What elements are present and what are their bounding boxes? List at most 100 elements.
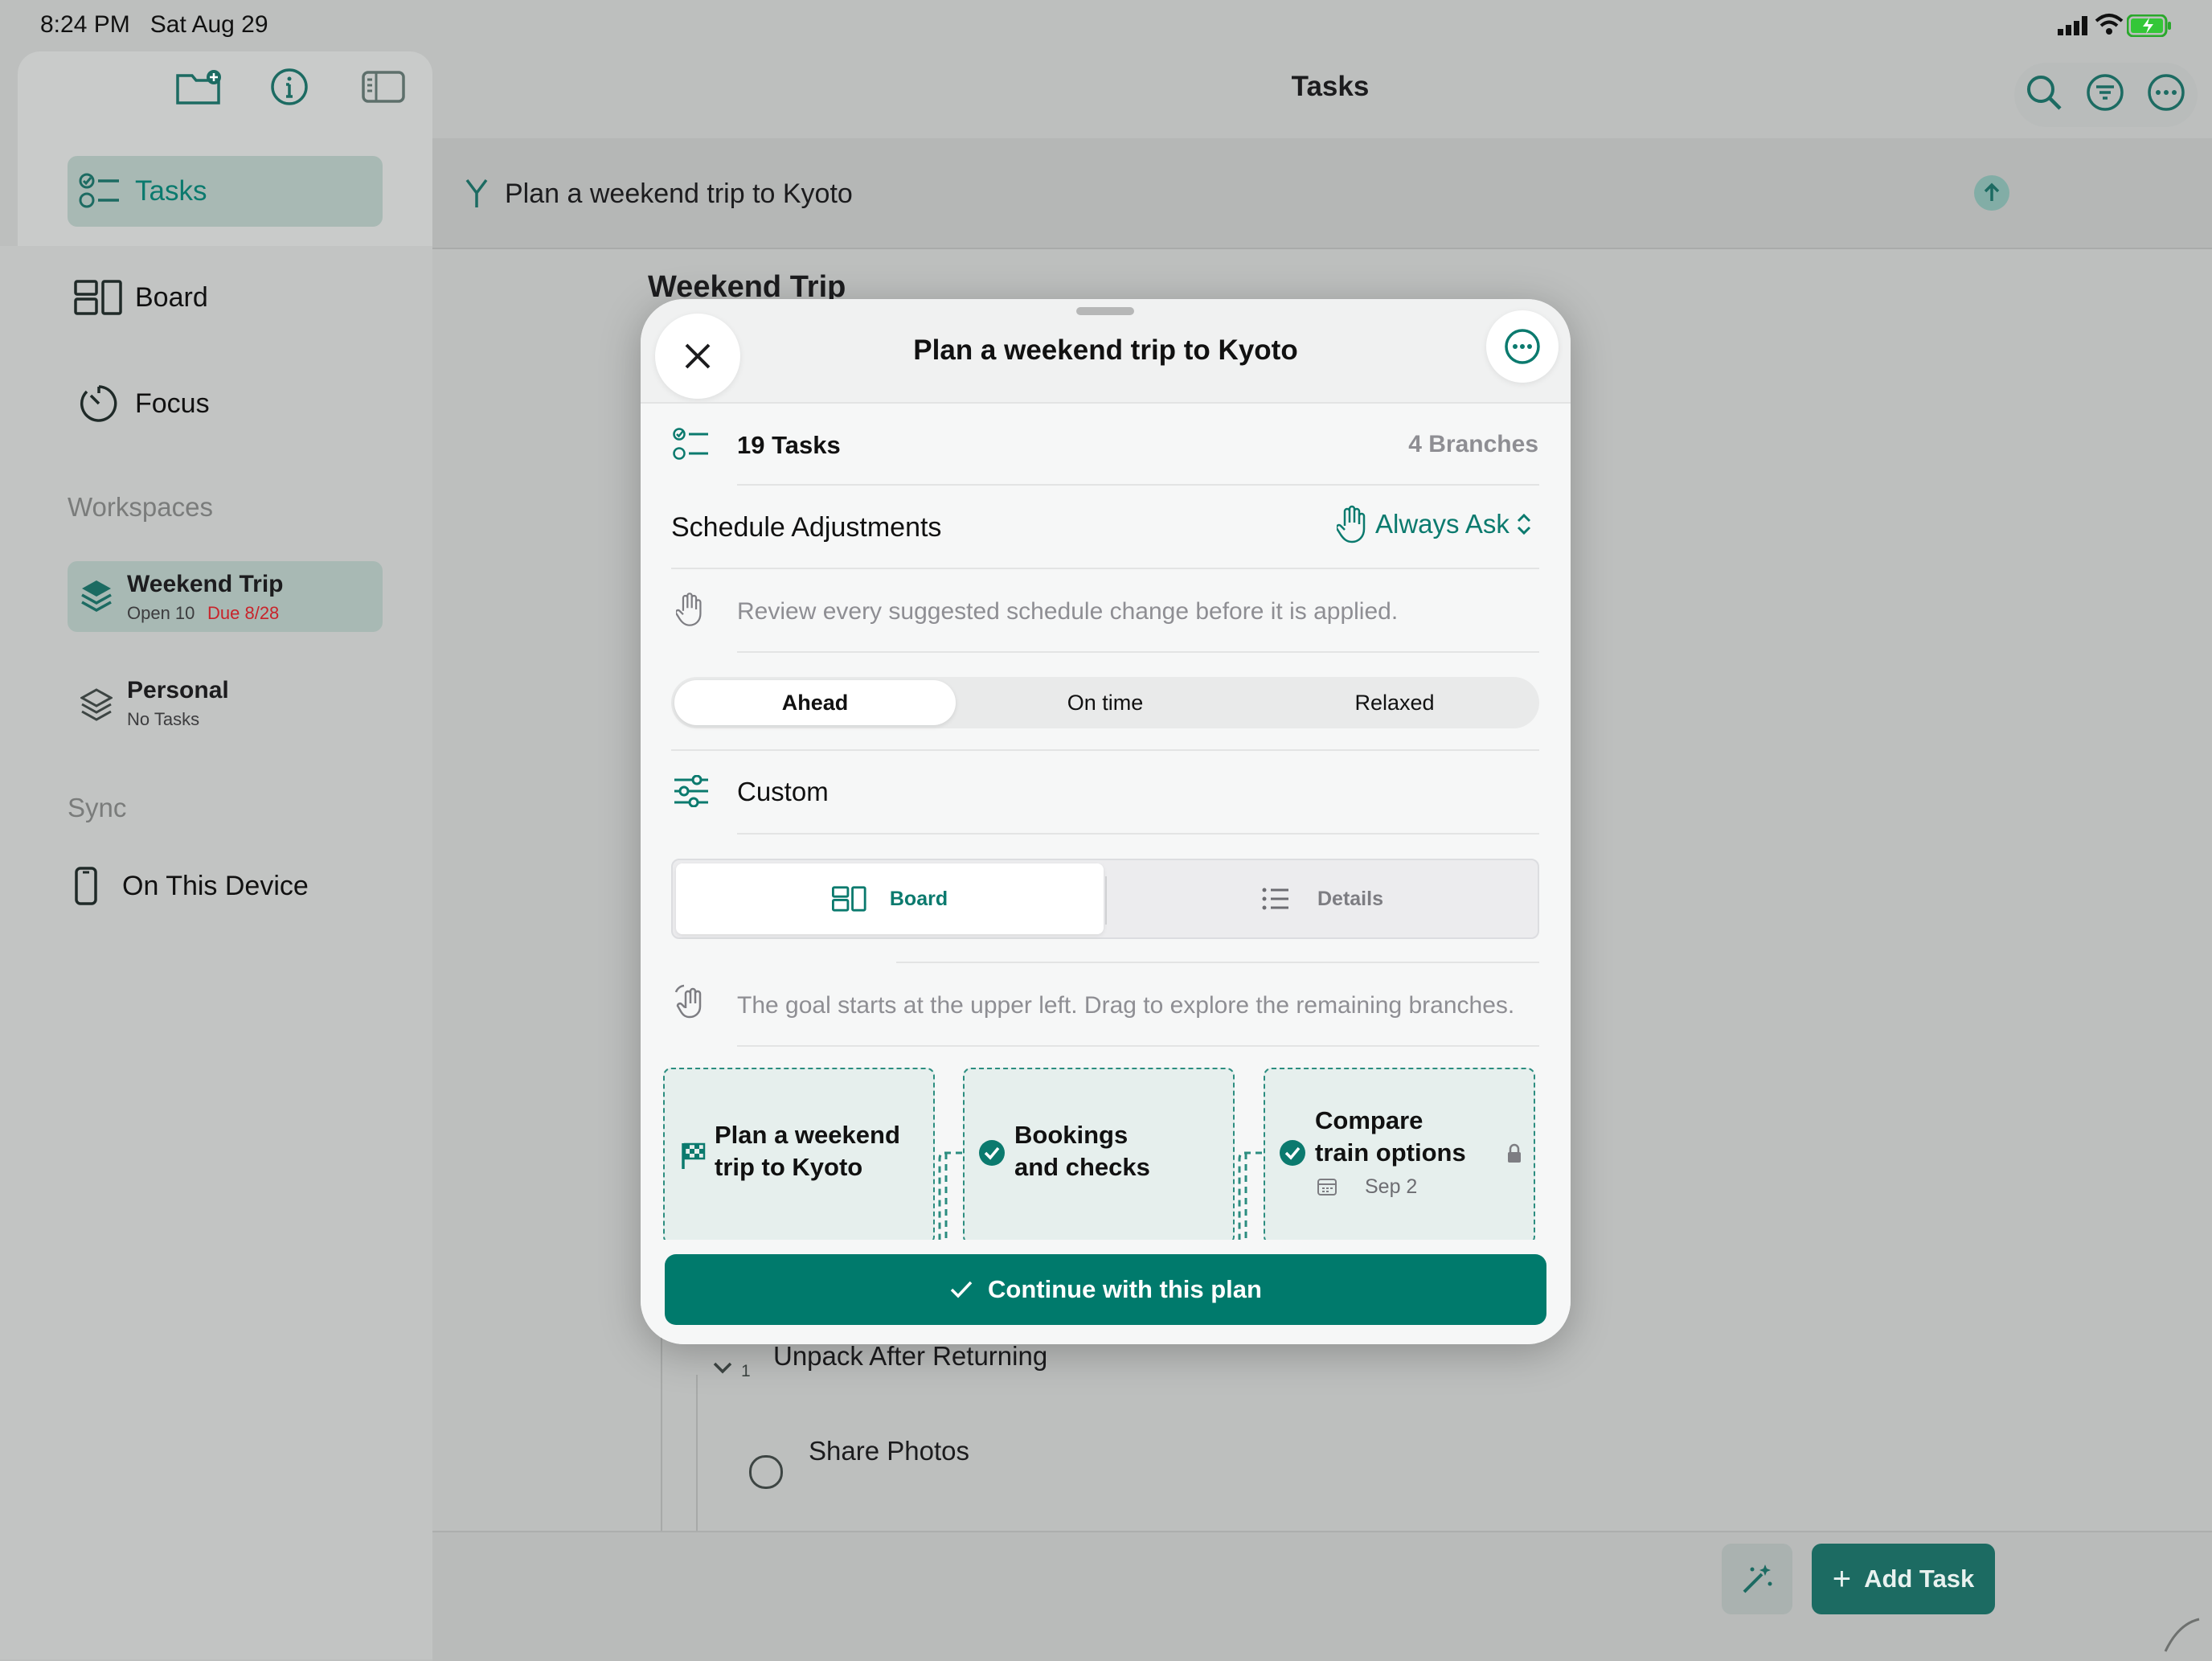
add-task-button[interactable]: + Add Task	[1812, 1544, 1995, 1614]
card-title-line: Bookings	[1014, 1121, 1129, 1149]
scroll-up-icon[interactable]	[1974, 175, 2009, 211]
divider	[896, 962, 1539, 963]
checkmark-circle-icon	[1278, 1138, 1307, 1167]
tree-line	[661, 1319, 662, 1531]
add-task-label: Add Task	[1864, 1565, 1975, 1593]
board-card-bookings[interactable]: Bookings and checks	[963, 1068, 1235, 1245]
new-folder-icon[interactable]	[175, 69, 223, 106]
view-segmented-control: Board Details	[671, 859, 1539, 939]
sheet-title: Plan a weekend trip to Kyoto	[913, 334, 1298, 366]
board-card-compare-trains[interactable]: Compare train options Sep 2	[1264, 1068, 1535, 1245]
card-title-line: train options	[1315, 1138, 1466, 1167]
sidebar-item-board[interactable]: Board	[74, 277, 208, 318]
card-connector	[935, 1151, 964, 1248]
board-hint: The goal starts at the upper left. Drag …	[737, 992, 1515, 1019]
sidebar-item-tasks[interactable]: Tasks	[68, 156, 383, 227]
sheet-more-button[interactable]	[1486, 310, 1559, 383]
pace-option-on-time[interactable]: On time	[961, 677, 1250, 728]
view-option-label: Details	[1317, 887, 1383, 910]
group-label: Unpack After Returning	[773, 1341, 1048, 1371]
chevron-down-icon[interactable]	[712, 1360, 733, 1375]
board-icon	[831, 886, 867, 912]
schedule-value: Always Ask	[1375, 509, 1509, 539]
cellular-icon	[2058, 16, 2090, 35]
workspace-due: Due 8/28	[207, 603, 280, 623]
card-date: Sep 2	[1365, 1175, 1418, 1198]
tree-line	[696, 1375, 698, 1531]
divider	[737, 1045, 1539, 1047]
search-icon[interactable]	[2024, 72, 2064, 113]
magic-wand-button[interactable]	[1722, 1544, 1792, 1614]
pace-segmented-control: Ahead On time Relaxed	[671, 677, 1539, 728]
task-label: Share Photos	[809, 1436, 969, 1466]
sidebar-lower	[0, 246, 432, 1659]
calendar-icon	[1317, 1177, 1337, 1196]
schedule-adjustments-label: Schedule Adjustments	[671, 512, 942, 543]
battery-icon	[2127, 14, 2172, 37]
task-checkbox[interactable]	[749, 1455, 783, 1489]
workspace-name: Personal	[127, 677, 229, 703]
chevron-up-down-icon	[1516, 511, 1532, 537]
divider	[737, 484, 1539, 486]
sliders-icon[interactable]	[673, 775, 710, 807]
status-bar: 8:24 PM Sat Aug 29	[0, 0, 2212, 51]
continue-button[interactable]: Continue with this plan	[665, 1254, 1546, 1325]
workspace-weekend-trip[interactable]: Weekend Trip Open 10 Due 8/28	[68, 561, 383, 632]
card-title-line: Plan a weekend	[715, 1121, 900, 1149]
finish-flag-icon	[681, 1142, 707, 1171]
checkmark-icon	[949, 1279, 973, 1300]
drag-hand-icon	[673, 984, 710, 1019]
checklist-icon	[79, 173, 121, 210]
list-icon	[1261, 887, 1290, 911]
workspace-meta: No Tasks	[127, 709, 200, 729]
sidebar-item-focus[interactable]: Focus	[79, 383, 210, 424]
checkmark-circle-icon	[977, 1138, 1006, 1167]
divider	[737, 833, 1539, 835]
view-option-board[interactable]: Board	[676, 863, 1104, 934]
phone-icon	[74, 867, 98, 905]
pace-option-relaxed[interactable]: Relaxed	[1250, 677, 1539, 728]
card-title-line: and checks	[1014, 1153, 1150, 1181]
divider	[671, 568, 1539, 569]
custom-label: Custom	[737, 777, 829, 806]
divider	[671, 749, 1539, 751]
continue-label: Continue with this plan	[988, 1275, 1262, 1303]
workspace-meta: Open 10	[127, 603, 195, 623]
layers-icon	[80, 579, 113, 614]
sidebar-toggle-icon[interactable]	[362, 71, 405, 103]
view-option-label: Board	[889, 887, 948, 910]
main-toolbar: Tasks	[432, 51, 2212, 138]
page-title: Tasks	[1291, 71, 1370, 102]
card-title-line: trip to Kyoto	[715, 1153, 863, 1181]
group-count: 1	[741, 1362, 751, 1380]
layers-icon	[80, 688, 113, 724]
lock-icon	[1506, 1143, 1522, 1164]
plan-sheet: Plan a weekend trip to Kyoto 19 Tasks 4 …	[641, 299, 1571, 1344]
filter-icon[interactable]	[2085, 72, 2125, 113]
goal-title: Plan a weekend trip to Kyoto	[505, 178, 853, 209]
wifi-icon	[2095, 13, 2124, 35]
sync-on-this-device[interactable]: On This Device	[74, 865, 309, 907]
divider	[737, 651, 1539, 653]
magic-wand-icon	[1739, 1561, 1775, 1597]
plus-icon: +	[1832, 1561, 1852, 1597]
pencil-indicator-icon	[2162, 1616, 2202, 1653]
goal-bar[interactable]: Plan a weekend trip to Kyoto	[432, 138, 2212, 249]
pace-option-ahead[interactable]: Ahead	[674, 680, 956, 725]
board-card-goal[interactable]: Plan a weekend trip to Kyoto	[663, 1068, 935, 1245]
checklist-icon	[673, 428, 710, 461]
status-time: 8:24 PM Sat Aug 29	[40, 11, 268, 38]
board-icon	[74, 280, 124, 315]
card-connector	[1235, 1151, 1264, 1248]
more-icon	[1504, 328, 1541, 365]
sidebar-item-label: Tasks	[135, 175, 207, 207]
drag-handle[interactable]	[1076, 307, 1134, 315]
sync-item-label: On This Device	[122, 870, 309, 901]
schedule-picker[interactable]: Always Ask	[1337, 505, 1532, 543]
workspace-personal[interactable]: Personal No Tasks	[68, 669, 383, 740]
more-icon[interactable]	[2146, 72, 2186, 113]
hand-raised-icon	[1337, 505, 1367, 543]
card-title-line: Compare	[1315, 1106, 1423, 1134]
info-icon[interactable]	[270, 68, 309, 106]
view-option-details[interactable]: Details	[1107, 863, 1538, 934]
